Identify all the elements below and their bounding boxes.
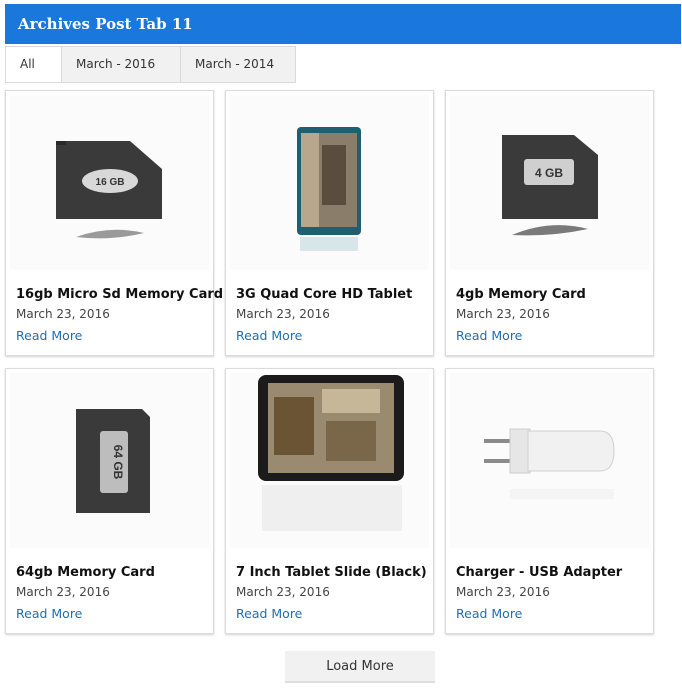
- post-thumbnail[interactable]: 4 GB: [450, 95, 649, 270]
- post-date: March 23, 2016: [456, 585, 550, 599]
- read-more-link[interactable]: Read More: [236, 328, 302, 343]
- read-more-link[interactable]: Read More: [16, 606, 82, 621]
- sd-card-label: 64 GB: [111, 445, 125, 480]
- sd-card-label: 16 GB: [96, 177, 125, 188]
- tablet-image: [258, 375, 404, 531]
- sd-card-image: 16 GB: [56, 141, 162, 239]
- post-card: 4 GB 4gb Memory Card March 23, 2016 Read…: [445, 90, 654, 356]
- load-more-button[interactable]: Load More: [285, 651, 435, 683]
- archive-title: Archives Post Tab 11: [18, 15, 193, 33]
- post-title[interactable]: 16gb Micro Sd Memory Card: [16, 287, 223, 302]
- post-date: March 23, 2016: [236, 585, 330, 599]
- post-card: 16 GB 16gb Micro Sd Memory Card March 23…: [5, 90, 223, 356]
- post-card: 3G Quad Core HD Tablet March 23, 2016 Re…: [225, 90, 434, 356]
- post-date: March 23, 2016: [16, 307, 110, 321]
- read-more-link[interactable]: Read More: [456, 328, 522, 343]
- tab-all[interactable]: All: [5, 46, 61, 83]
- post-title[interactable]: 4gb Memory Card: [456, 287, 586, 302]
- post-card: Charger - USB Adapter March 23, 2016 Rea…: [445, 368, 654, 634]
- tab-march-2016[interactable]: March - 2016: [61, 46, 180, 83]
- post-thumbnail[interactable]: [230, 95, 429, 270]
- read-more-link[interactable]: Read More: [236, 606, 302, 621]
- post-date: March 23, 2016: [16, 585, 110, 599]
- post-date: March 23, 2016: [456, 307, 550, 321]
- archive-header: Archives Post Tab 11: [5, 4, 681, 44]
- post-title[interactable]: 64gb Memory Card: [16, 565, 155, 580]
- post-thumbnail[interactable]: [230, 373, 429, 548]
- post-date: March 23, 2016: [236, 307, 330, 321]
- post-card: 7 Inch Tablet Slide (Black) March 23, 20…: [225, 368, 434, 634]
- post-thumbnail[interactable]: [450, 373, 649, 548]
- read-more-link[interactable]: Read More: [456, 606, 522, 621]
- tablet-image: [297, 127, 361, 251]
- post-title[interactable]: 7 Inch Tablet Slide (Black): [236, 565, 427, 580]
- tab-bar: All March - 2016 March - 2014: [5, 46, 296, 83]
- post-card: 64 GB 64gb Memory Card March 23, 2016 Re…: [5, 368, 214, 634]
- charger-image: [484, 428, 615, 499]
- sd-card-image: 4 GB: [502, 135, 598, 236]
- post-thumbnail[interactable]: 16 GB: [10, 95, 209, 270]
- post-title[interactable]: 3G Quad Core HD Tablet: [236, 287, 412, 302]
- sd-card-image: 64 GB: [76, 409, 150, 513]
- post-title[interactable]: Charger - USB Adapter: [456, 565, 622, 580]
- read-more-link[interactable]: Read More: [16, 328, 82, 343]
- tab-march-2014[interactable]: March - 2014: [180, 46, 296, 83]
- sd-card-label: 4 GB: [535, 166, 563, 180]
- post-thumbnail[interactable]: 64 GB: [10, 373, 209, 548]
